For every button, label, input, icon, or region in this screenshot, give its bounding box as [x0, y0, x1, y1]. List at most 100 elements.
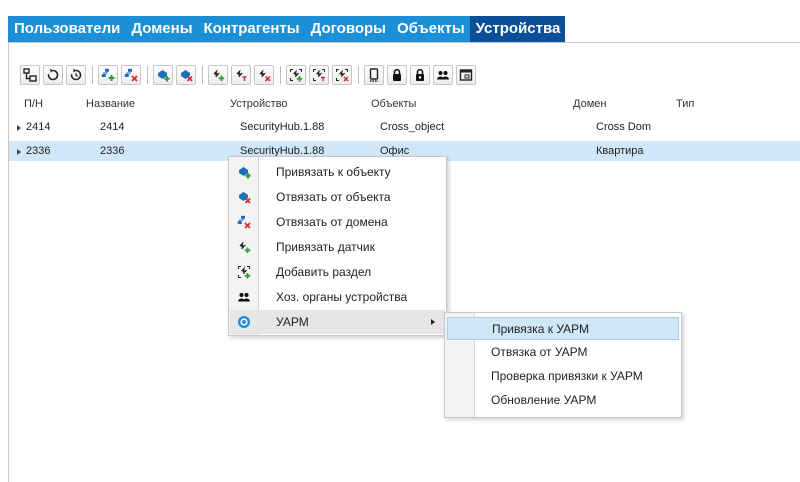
device-phone-button[interactable]	[364, 65, 384, 85]
toolbar-separator	[147, 66, 148, 84]
context-menu: Привязать к объекту Отвязать от объекта …	[228, 156, 447, 336]
uarm-submenu: Привязка к УАРМ Отвязка от УАРМ Проверка…	[444, 312, 682, 418]
toolbar-separator	[358, 66, 359, 84]
cell-domain: Cross Dom	[596, 121, 652, 133]
cell-name: 2336	[100, 145, 125, 157]
submenu-item-update-uarm[interactable]: Обновление УАРМ	[447, 389, 679, 412]
tab-contracts[interactable]: Договоры	[305, 16, 391, 42]
domain-unbind-button[interactable]	[121, 65, 141, 85]
sensor-edit-button[interactable]	[231, 65, 251, 85]
submenu-item-check-uarm[interactable]: Проверка привязки к УАРМ	[447, 365, 679, 388]
sensor-add-icon	[213, 69, 225, 81]
section-remove-icon	[336, 69, 349, 82]
domain-unbind-icon	[124, 68, 138, 82]
section-edit-button[interactable]	[309, 65, 329, 85]
column-header-objects[interactable]: Объекты	[371, 98, 416, 110]
device-tree-button[interactable]	[20, 65, 40, 85]
menu-item-label: Привязать к объекту	[276, 165, 391, 179]
toolbar	[20, 63, 479, 87]
panel-border	[8, 42, 9, 482]
toolbar-separator	[280, 66, 281, 84]
lock-icon	[393, 68, 401, 81]
domain-unbind-icon	[237, 215, 251, 229]
cell-domain: Квартира	[596, 145, 644, 157]
object-bind-icon	[158, 70, 170, 82]
menu-item-label: Отвязать от объекта	[276, 190, 391, 204]
menu-item-add-section[interactable]: Добавить раздел	[230, 260, 445, 284]
submenu-item-label: Отвязка от УАРМ	[491, 345, 588, 359]
expand-arrow-icon[interactable]	[17, 149, 21, 155]
object-bind-button[interactable]	[153, 65, 173, 85]
tab-divider	[8, 42, 800, 43]
users-icon	[238, 293, 250, 302]
menu-item-label: Хоз. органы устройства	[276, 290, 408, 304]
tab-objects[interactable]: Объекты	[391, 16, 470, 42]
cell-device: SecurityHub.1.88	[240, 121, 325, 133]
domain-bind-button[interactable]	[98, 65, 118, 85]
tab-devices[interactable]: Устройства	[469, 16, 566, 42]
column-header-domain[interactable]: Домен	[573, 98, 606, 110]
tab-domains[interactable]: Домены	[125, 16, 197, 42]
object-bind-icon	[239, 167, 251, 179]
refresh-icon	[47, 68, 59, 81]
lock-arm-icon	[416, 68, 424, 81]
column-header-device[interactable]: Устройство	[230, 98, 288, 110]
cell-pn: 2336	[26, 145, 51, 157]
window-icon	[459, 69, 473, 81]
menu-item-bind-sensor[interactable]: Привязать датчик	[230, 235, 445, 259]
menu-item-bind-object[interactable]: Привязать к объекту	[230, 160, 445, 184]
submenu-item-unbind-uarm[interactable]: Отвязка от УАРМ	[447, 341, 679, 364]
toolbar-separator	[202, 66, 203, 84]
submenu-item-label: Привязка к УАРМ	[492, 322, 590, 336]
refresh-timer-button[interactable]	[66, 65, 86, 85]
column-header-type[interactable]: Тип	[676, 98, 694, 110]
menu-item-label: Добавить раздел	[276, 265, 372, 279]
cell-name: 2414	[100, 121, 125, 133]
submenu-item-bind-uarm[interactable]: Привязка к УАРМ	[447, 317, 679, 340]
section-edit-icon	[313, 69, 325, 82]
device-tree-icon	[23, 68, 37, 82]
menu-item-uarm[interactable]: УАРМ	[230, 310, 445, 334]
section-add-icon	[238, 266, 251, 279]
menu-item-unbind-domain[interactable]: Отвязать от домена	[230, 210, 445, 234]
sensor-edit-icon	[236, 69, 247, 81]
section-add-icon	[290, 69, 303, 82]
window-button[interactable]	[456, 65, 476, 85]
column-header-name[interactable]: Название	[86, 98, 135, 110]
column-header-pn[interactable]: П/Н	[24, 98, 43, 110]
refresh-button[interactable]	[43, 65, 63, 85]
object-unbind-button[interactable]	[176, 65, 196, 85]
main-tab-bar: Пользователи Домены Контрагенты Договоры…	[8, 16, 566, 42]
menu-item-label: Отвязать от домена	[276, 215, 388, 229]
device-phone-icon	[369, 68, 379, 82]
object-unbind-icon	[239, 192, 251, 204]
refresh-timer-icon	[70, 68, 82, 81]
lock-button[interactable]	[387, 65, 407, 85]
cell-pn: 2414	[26, 121, 51, 133]
sensor-add-icon	[239, 241, 251, 253]
tab-users[interactable]: Пользователи	[8, 16, 125, 42]
menu-item-unbind-object[interactable]: Отвязать от объекта	[230, 185, 445, 209]
users-button[interactable]	[433, 65, 453, 85]
sensor-add-button[interactable]	[208, 65, 228, 85]
submenu-item-label: Обновление УАРМ	[491, 393, 597, 407]
cell-objects: Cross_object	[380, 121, 445, 133]
sensor-remove-button[interactable]	[254, 65, 274, 85]
lock-arm-button[interactable]	[410, 65, 430, 85]
uarm-icon	[238, 316, 250, 328]
toolbar-separator	[92, 66, 93, 84]
tab-contractors[interactable]: Контрагенты	[198, 16, 305, 42]
submenu-item-label: Проверка привязки к УАРМ	[491, 369, 643, 383]
menu-item-device-users[interactable]: Хоз. органы устройства	[230, 285, 445, 309]
users-icon	[437, 71, 449, 80]
menu-item-label: Привязать датчик	[276, 240, 375, 254]
section-remove-button[interactable]	[332, 65, 352, 85]
section-add-button[interactable]	[286, 65, 306, 85]
table-row[interactable]: 2414 2414 SecurityHub.1.88 Cross_object …	[9, 117, 800, 137]
expand-arrow-icon[interactable]	[17, 125, 21, 131]
domain-bind-icon	[101, 68, 115, 81]
sensor-remove-icon	[259, 69, 271, 82]
menu-item-label: УАРМ	[276, 315, 309, 329]
submenu-arrow-icon	[431, 319, 435, 325]
object-unbind-icon	[181, 70, 193, 82]
